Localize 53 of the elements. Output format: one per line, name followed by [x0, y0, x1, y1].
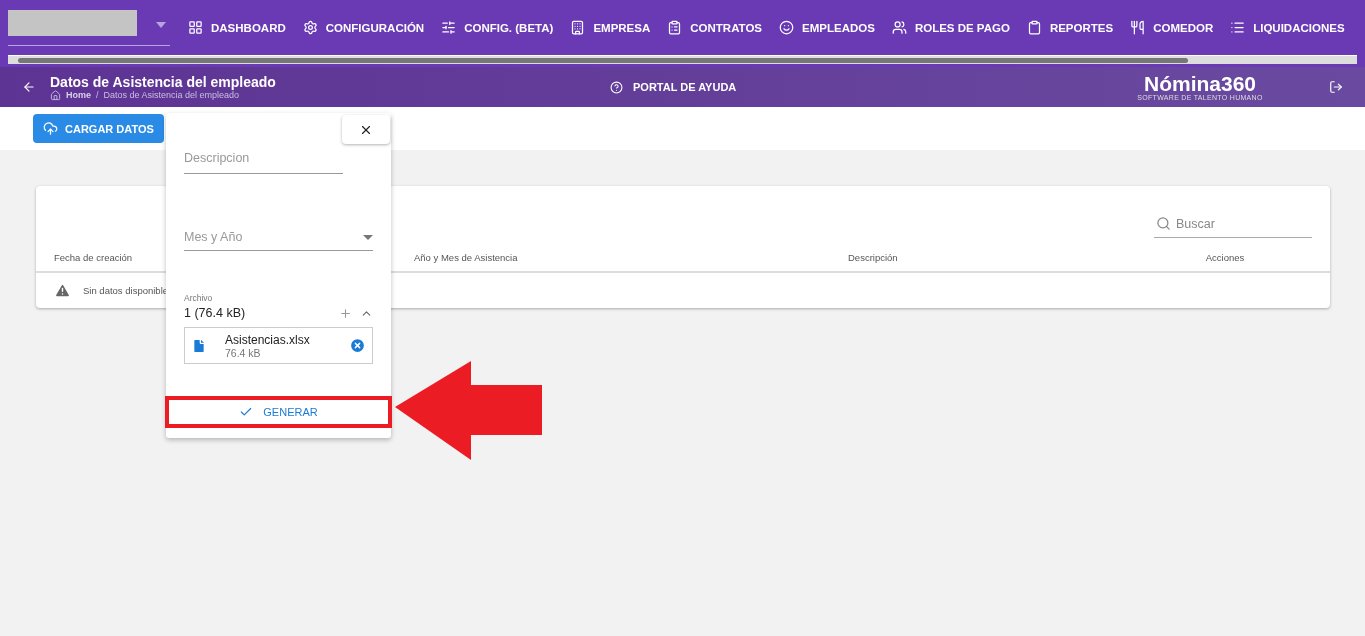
sliders-icon [441, 20, 457, 35]
grid-icon [188, 20, 203, 35]
cloud-upload-icon [43, 121, 58, 136]
nav-item[interactable]: EMPLEADOS [779, 20, 875, 35]
logo-text: Nómina360 [1143, 73, 1256, 94]
file-summary: 1 (76.4 kB) [184, 306, 246, 320]
generate-button[interactable]: GENERAR [165, 396, 392, 428]
empty-message: Sin datos disponible [83, 285, 169, 296]
file-icon [191, 337, 207, 354]
nav-item[interactable]: EMPRESA [570, 20, 651, 35]
file-name: Asistencias.xlsx [225, 332, 311, 347]
building-icon [570, 20, 586, 35]
remove-icon[interactable] [349, 337, 366, 354]
users-icon [891, 20, 907, 35]
nav-item[interactable]: ROLES DE PAGO [891, 20, 1010, 35]
nav-item[interactable]: CONFIGURACIÓN [302, 20, 425, 35]
search-icon [1156, 216, 1171, 231]
page-title: Datos de Asistencia del empleado [50, 73, 277, 90]
upload-data-button[interactable]: CARGAR DATOS [33, 114, 164, 143]
file-label: Archivo [184, 293, 214, 303]
home-icon [50, 89, 61, 101]
nav-item[interactable]: COMEDOR [1130, 20, 1214, 35]
company-select[interactable] [8, 9, 170, 46]
column-header: Fecha de creación [54, 252, 134, 263]
column-header: Descripción [848, 252, 899, 263]
column-header: Año y Mes de Asistencia [414, 252, 519, 263]
gear-icon [302, 20, 318, 35]
list-icon [1230, 20, 1246, 35]
nav-item[interactable]: REPORTES [1026, 20, 1114, 35]
smiley-icon [779, 20, 795, 35]
help-portal-link[interactable]: PORTAL DE AYUDA [610, 80, 1090, 94]
breadcrumb-separator: / [96, 90, 99, 100]
file-size: 76.4 kB [225, 346, 262, 359]
nav-item[interactable]: LIQUIDACIONES [1230, 20, 1345, 35]
nav-item[interactable]: DASHBOARD [188, 20, 286, 35]
logout-icon[interactable] [1329, 80, 1343, 94]
clipboard-icon [1026, 20, 1042, 35]
warning-icon [54, 282, 71, 299]
caret-icon [156, 21, 166, 28]
breadcrumb-current: Datos de Asistencia del empleado [103, 90, 240, 100]
breadcrumb-link[interactable]: Home [66, 90, 91, 100]
add-icon[interactable] [339, 306, 352, 320]
nav-item[interactable]: CONTRATOS [667, 20, 763, 35]
utensils-icon [1130, 20, 1146, 35]
help-icon [610, 80, 623, 94]
scrollbar-thumb[interactable] [18, 57, 1188, 63]
column-header: Acciones [1204, 252, 1246, 263]
nav-item[interactable]: CONFIG. (BETA) [441, 20, 554, 35]
scrollbar[interactable] [8, 55, 1357, 64]
close-button[interactable] [342, 115, 390, 144]
clipboard-icon [667, 20, 683, 35]
check-icon [239, 405, 254, 419]
caret-icon [363, 234, 373, 240]
